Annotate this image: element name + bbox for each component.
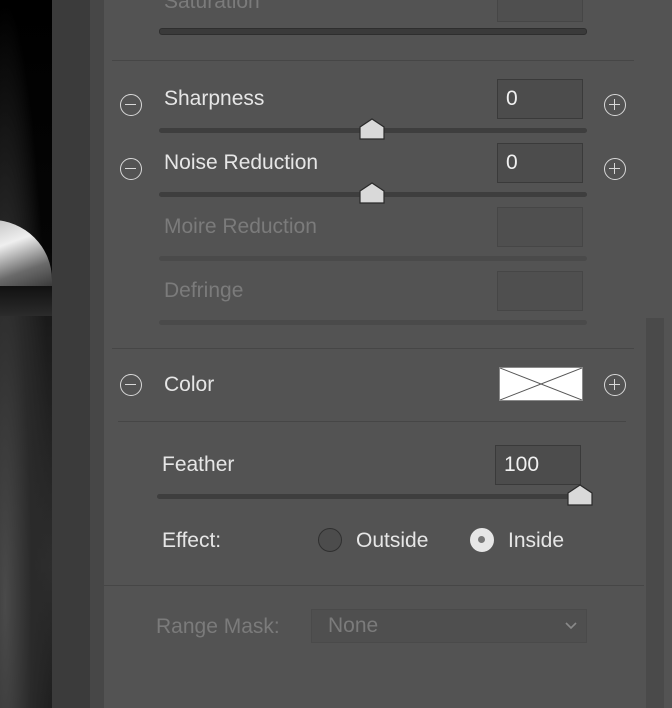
noise-reduction-minus-icon[interactable] xyxy=(120,158,142,180)
chevron-down-icon xyxy=(565,622,577,630)
moire-reduction-label: Moire Reduction xyxy=(164,215,317,238)
panel-gutter-edge xyxy=(90,0,104,708)
range-mask-value: None xyxy=(328,614,379,637)
no-color-swatch-icon[interactable] xyxy=(499,367,583,401)
slider-thumb-icon[interactable] xyxy=(359,182,385,204)
range-mask-select: None xyxy=(311,609,587,643)
color-label: Color xyxy=(164,373,215,396)
photo-shadow xyxy=(0,286,52,316)
sharpness-label: Sharpness xyxy=(164,87,265,110)
effect-inside-radio[interactable] xyxy=(470,528,494,552)
saturation-slider-track[interactable] xyxy=(159,28,587,35)
panel-gutter xyxy=(52,0,90,708)
photo-preview xyxy=(0,0,52,708)
section-divider xyxy=(112,348,634,349)
moire-reduction-slider-track xyxy=(159,256,587,261)
moire-reduction-value-field xyxy=(497,207,583,247)
feather-value-field[interactable]: 100 xyxy=(495,445,581,485)
noise-reduction-plus-icon[interactable] xyxy=(604,158,626,180)
sharpness-plus-icon[interactable] xyxy=(604,94,626,116)
scrollbar-thumb[interactable] xyxy=(646,318,664,708)
defringe-value-field xyxy=(497,271,583,311)
feather-slider-track[interactable] xyxy=(157,494,585,499)
section-divider xyxy=(112,60,634,61)
effect-outside-label[interactable]: Outside xyxy=(356,529,428,553)
saturation-field[interactable] xyxy=(497,0,583,22)
color-minus-icon[interactable] xyxy=(120,374,142,396)
noise-reduction-value-field[interactable]: 0 xyxy=(497,143,583,183)
color-plus-icon[interactable] xyxy=(604,374,626,396)
effect-inside-label[interactable]: Inside xyxy=(508,529,564,553)
range-mask-label: Range Mask: xyxy=(156,615,280,638)
slider-thumb-icon[interactable] xyxy=(359,118,385,140)
slider-thumb-icon[interactable] xyxy=(567,484,593,506)
effect-outside-radio[interactable] xyxy=(318,528,342,552)
sharpness-minus-icon[interactable] xyxy=(120,94,142,116)
defringe-label: Defringe xyxy=(164,279,244,302)
defringe-slider-track xyxy=(159,320,587,325)
sharpness-value-field[interactable]: 0 xyxy=(497,79,583,119)
feather-label: Feather xyxy=(162,453,235,476)
effect-label: Effect: xyxy=(162,529,222,552)
noise-reduction-label: Noise Reduction xyxy=(164,151,319,174)
section-divider xyxy=(104,585,644,586)
photo-highlight xyxy=(0,220,52,290)
saturation-label: Saturation xyxy=(164,0,260,13)
section-divider xyxy=(118,421,626,422)
